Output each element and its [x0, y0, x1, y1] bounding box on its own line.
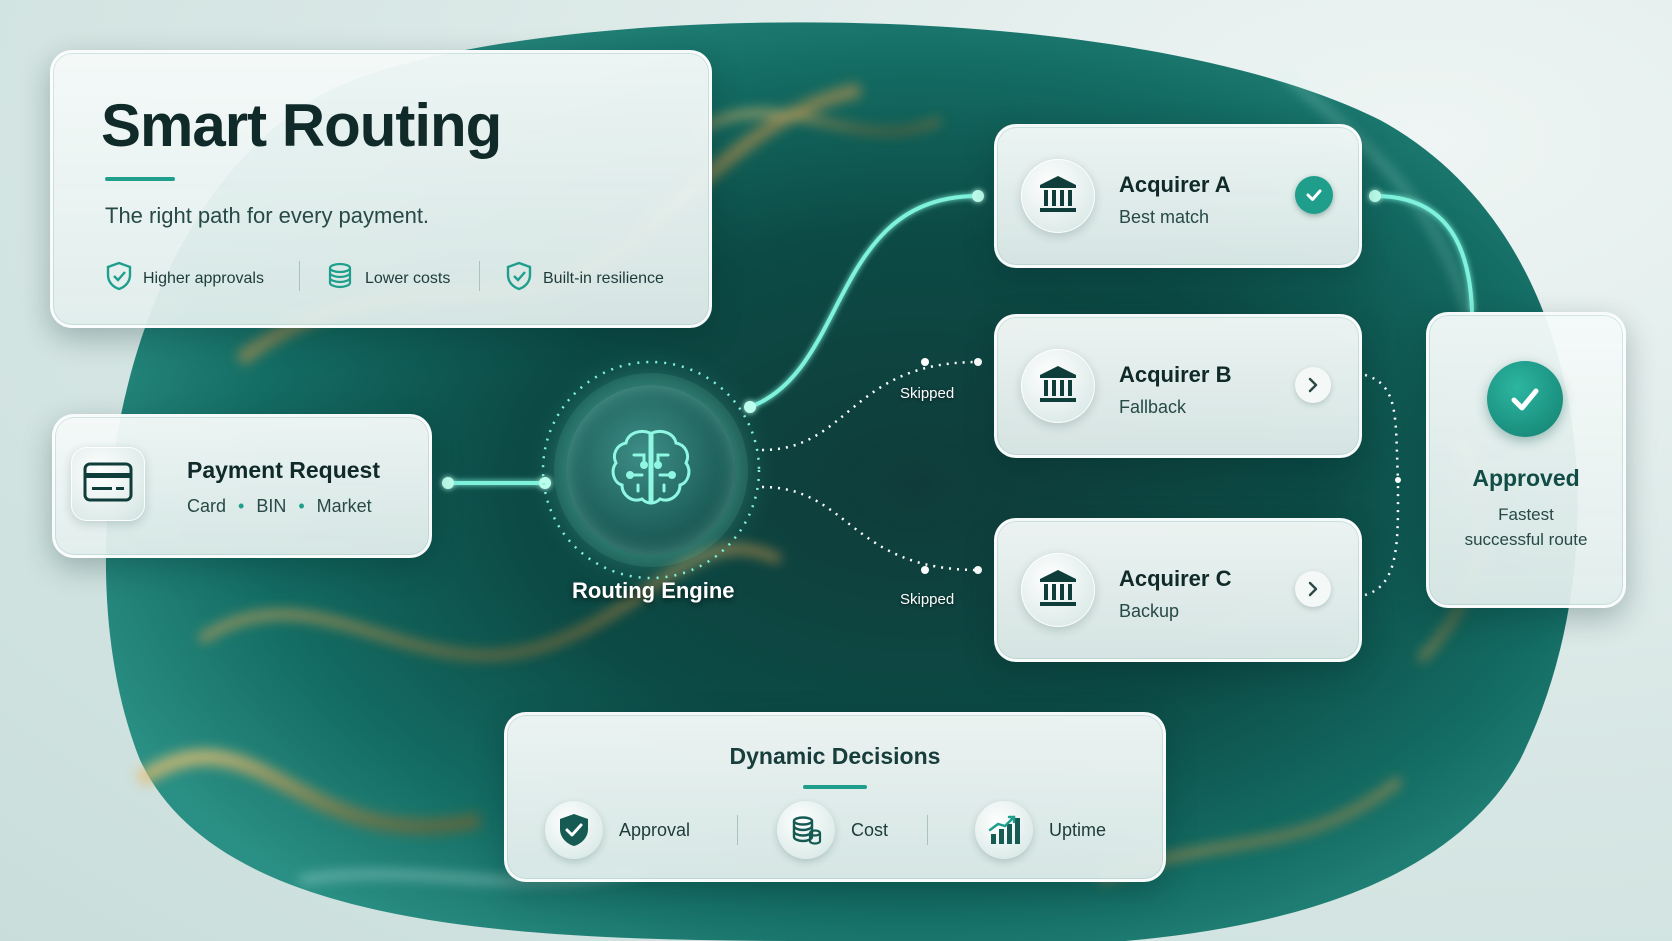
connector-acquirer-a-approved: [1374, 194, 1474, 313]
decision-cost: Cost: [777, 801, 888, 859]
payment-request-card: Payment Request Card • BIN • Market: [52, 414, 432, 558]
dynamic-decisions-underline: [803, 785, 867, 789]
feature-higher-approvals: Higher approvals: [105, 261, 264, 296]
acquirer-a-card[interactable]: Acquirer A Best match: [994, 124, 1362, 268]
selected-check-icon: [1295, 176, 1333, 214]
acquirer-b-name: Acquirer B: [1119, 362, 1232, 387]
acquirer-a-role: Best match: [1119, 207, 1210, 227]
connector-acquirer-b-approved: [1364, 373, 1400, 481]
header-card: Smart Routing The right path for every p…: [50, 50, 712, 328]
acquirer-b-chevron-right-icon[interactable]: [1295, 367, 1331, 403]
page-subtitle: The right path for every payment.: [105, 203, 430, 228]
shield-check-icon: [545, 801, 603, 859]
acquirer-c-card[interactable]: Acquirer C Backup: [994, 518, 1362, 662]
scene: Smart Routing The right path for every p…: [0, 0, 1672, 941]
dynamic-decisions-title: Dynamic Decisions: [729, 743, 941, 769]
acquirer-b-card[interactable]: Acquirer B Fallback: [994, 314, 1362, 458]
bank-icon: [1037, 363, 1079, 410]
bank-icon: [1037, 173, 1079, 220]
approved-line-2: successful route: [1464, 530, 1588, 549]
dynamic-decisions-card: Dynamic Decisions Approval Cost Uptime: [504, 712, 1166, 882]
bank-icon: [1037, 567, 1079, 614]
acquirer-b-role: Fallback: [1119, 397, 1187, 417]
payment-icon-bubble: [71, 447, 145, 521]
connector-engine-acquirer-a: [749, 194, 979, 409]
bar-chart-up-icon: [975, 801, 1033, 859]
connector-engine-acquirer-c: [761, 485, 979, 572]
coins-icon: [325, 261, 355, 296]
acquirer-c-name: Acquirer C: [1119, 566, 1232, 591]
shield-check-icon: [505, 261, 533, 296]
feature-divider: [479, 261, 480, 291]
connector-acquirer-c-approved: [1364, 479, 1400, 597]
approved-line-1: Fastest: [1498, 505, 1554, 524]
acquirer-c-icon-bubble: [1021, 553, 1095, 627]
skipped-label-b: Skipped: [900, 385, 955, 402]
feature-built-in-resilience: Built-in resilience: [505, 261, 664, 296]
acquirer-c-role: Backup: [1119, 601, 1180, 621]
engine-dotted-ring: [541, 360, 761, 580]
approved-title: Approved: [1472, 465, 1580, 491]
acquirer-a-icon-bubble: [1021, 159, 1095, 233]
payment-request-attributes: Card • BIN • Market: [187, 496, 372, 516]
page-title: Smart Routing: [101, 92, 502, 159]
decision-approval: Approval: [545, 801, 690, 859]
payment-request-title: Payment Request: [187, 457, 381, 483]
feature-lower-costs: Lower costs: [325, 261, 450, 296]
decision-divider: [737, 815, 738, 845]
decision-uptime: Uptime: [975, 801, 1106, 859]
title-underline: [105, 177, 175, 181]
routing-engine-label: Routing Engine: [572, 578, 735, 603]
skipped-label-c: Skipped: [900, 591, 955, 608]
coins-icon: [777, 801, 835, 859]
shield-check-icon: [105, 261, 133, 296]
feature-divider: [299, 261, 300, 291]
acquirer-c-chevron-right-icon[interactable]: [1295, 571, 1331, 607]
credit-card-icon: [83, 462, 133, 507]
decision-divider: [927, 815, 928, 845]
acquirer-b-icon-bubble: [1021, 349, 1095, 423]
approved-check-icon: [1487, 361, 1563, 437]
approved-card: Approved Fastest successful route: [1426, 312, 1626, 608]
acquirer-a-name: Acquirer A: [1119, 172, 1231, 197]
